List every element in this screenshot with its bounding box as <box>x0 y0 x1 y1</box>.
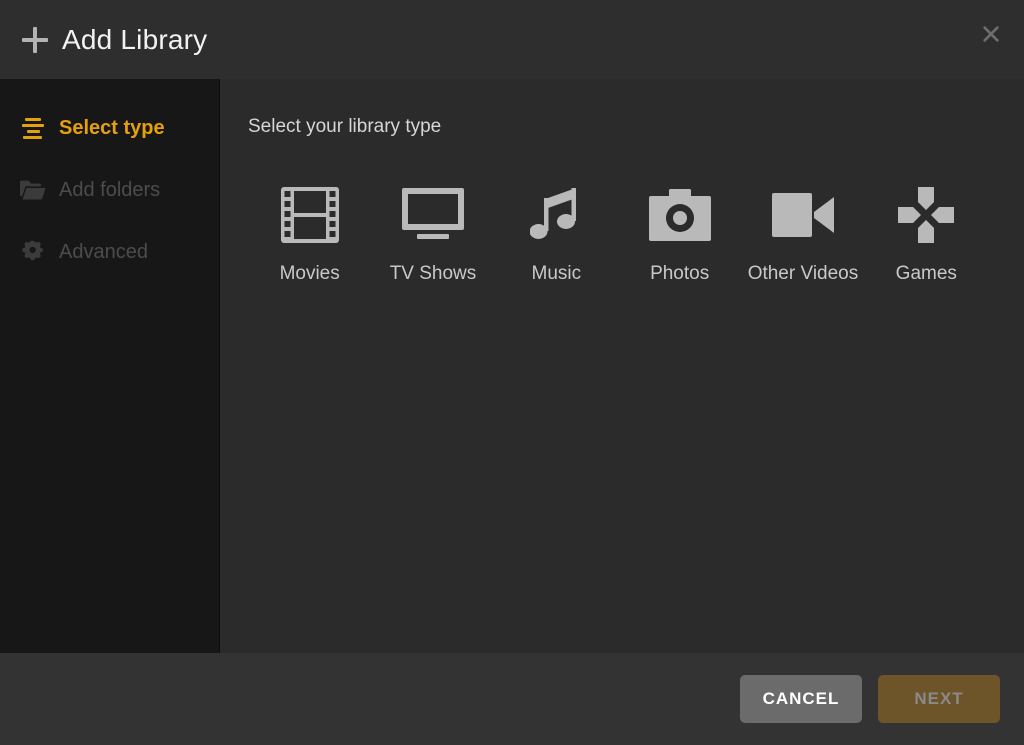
sidebar: Select type Add folders Advanced <box>0 79 220 653</box>
list-icon <box>20 115 46 141</box>
sidebar-item-add-folders[interactable]: Add folders <box>0 159 219 221</box>
sidebar-item-label: Add folders <box>59 179 161 201</box>
television-icon <box>401 184 464 246</box>
gear-icon <box>20 239 46 265</box>
library-type-label: TV Shows <box>389 263 477 284</box>
library-type-label: Photos <box>650 263 710 284</box>
folder-icon <box>20 177 46 203</box>
sidebar-item-label: Select type <box>59 117 165 139</box>
library-type-music[interactable]: Music <box>495 184 618 283</box>
library-type-grid: Movies TV Shows Music Photos Other Video… <box>248 184 1024 283</box>
dialog-footer: CANCEL NEXT <box>0 653 1024 745</box>
video-camera-icon <box>771 184 834 246</box>
library-type-label: Other Videos <box>747 263 859 284</box>
library-type-label: Music <box>531 263 582 284</box>
dpad-icon <box>898 184 955 246</box>
music-note-icon <box>530 184 582 246</box>
library-type-other-videos[interactable]: Other Videos <box>741 184 864 283</box>
library-type-label: Movies <box>279 263 340 284</box>
main-panel: Select your library type Movies TV Shows… <box>220 79 1024 653</box>
dialog-body: Select type Add folders Advanced Select … <box>0 79 1024 653</box>
library-type-tv-shows[interactable]: TV Shows <box>371 184 494 283</box>
sidebar-item-select-type[interactable]: Select type <box>0 97 219 159</box>
main-heading: Select your library type <box>248 116 442 137</box>
sidebar-item-label: Advanced <box>59 241 148 263</box>
add-library-dialog: Add Library Select type Add folders Adva… <box>0 0 1024 745</box>
library-type-movies[interactable]: Movies <box>248 184 371 283</box>
dialog-header: Add Library <box>0 0 1024 79</box>
library-type-games[interactable]: Games <box>865 184 988 283</box>
library-type-photos[interactable]: Photos <box>618 184 741 283</box>
plus-icon <box>22 26 48 53</box>
cancel-button[interactable]: CANCEL <box>740 675 862 723</box>
next-button[interactable]: NEXT <box>878 675 1000 723</box>
camera-icon <box>648 184 711 246</box>
page-title: Add Library <box>62 23 208 55</box>
close-icon[interactable] <box>974 17 1008 51</box>
film-strip-icon <box>280 184 339 246</box>
library-type-label: Games <box>895 263 957 284</box>
sidebar-item-advanced[interactable]: Advanced <box>0 221 219 283</box>
